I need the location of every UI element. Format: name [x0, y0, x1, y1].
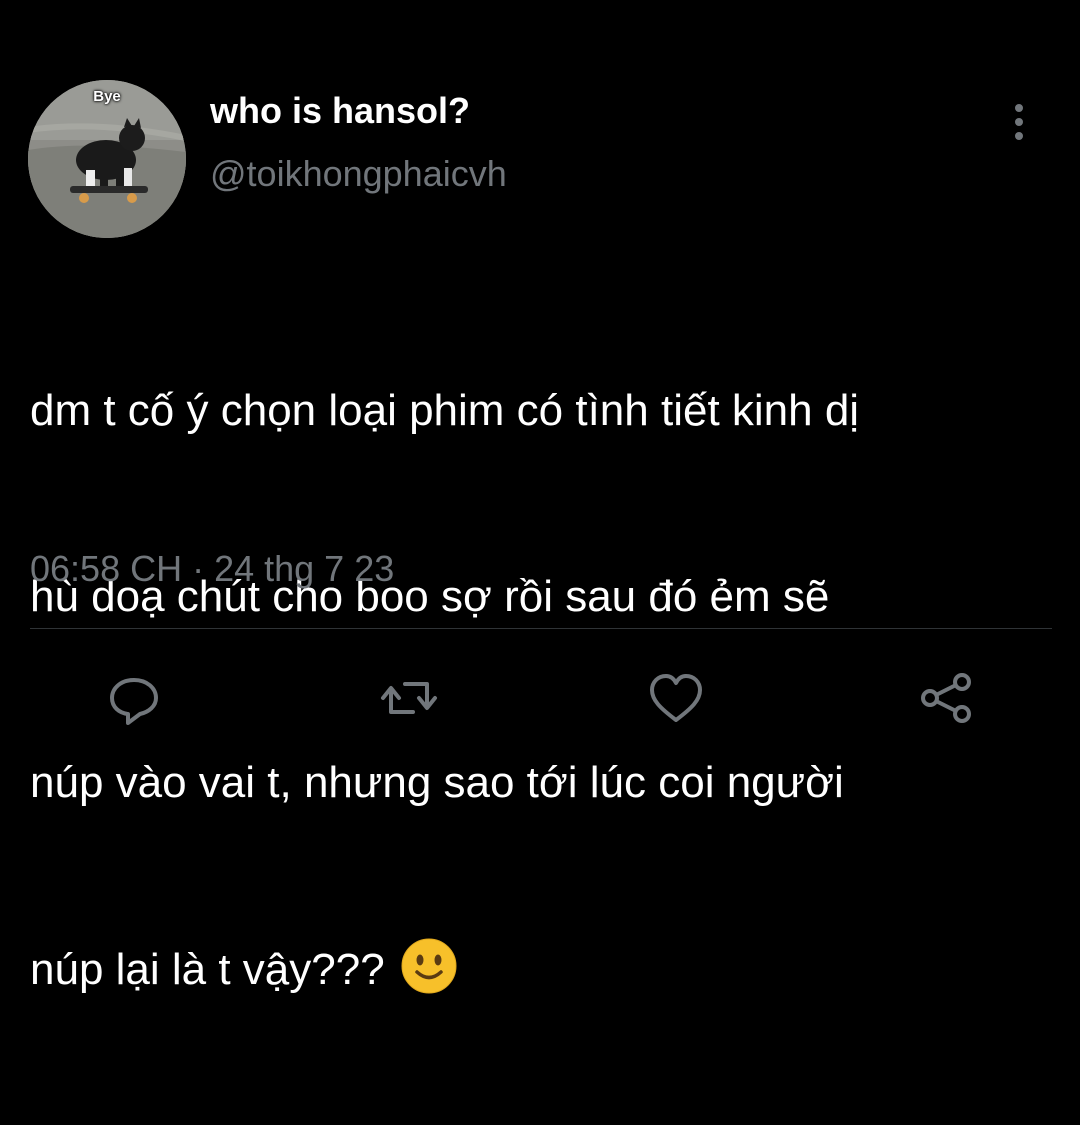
slightly-smiling-face-icon — [401, 938, 457, 994]
tweet-timestamp[interactable]: 06:58 CH · 24 thg 7 23 — [30, 548, 394, 590]
reply-icon — [110, 678, 158, 725]
vertical-ellipsis-icon — [1015, 104, 1023, 140]
heart-icon — [650, 674, 702, 722]
tweet-text-line: núp lại là t vậy??? — [30, 938, 1060, 1001]
retweet-button[interactable] — [379, 668, 439, 728]
tweet-text-line-content: núp lại là t vậy??? — [30, 945, 385, 994]
like-button[interactable] — [646, 668, 706, 728]
tweet-card: Bye who is hansol? @toikhongphaicvh dm t… — [0, 0, 1080, 994]
reply-button[interactable] — [104, 668, 164, 728]
more-options-button[interactable] — [1000, 100, 1038, 144]
share-icon — [921, 673, 971, 723]
tweet-text-line: dm t cố ý chọn loại phim có tình tiết ki… — [30, 386, 860, 435]
share-button[interactable] — [916, 668, 976, 728]
retweet-icon — [381, 682, 437, 714]
tweet-text: dm t cố ý chọn loại phim có tình tiết ki… — [30, 256, 1060, 1125]
avatar-caption: Bye — [93, 88, 121, 105]
avatar[interactable]: Bye — [28, 80, 186, 238]
handle[interactable]: @toikhongphaicvh — [210, 153, 507, 195]
display-name[interactable]: who is hansol? — [210, 90, 470, 132]
divider — [30, 628, 1052, 629]
tweet-text-line: núp vào vai t, nhưng sao tới lúc coi ngư… — [30, 758, 844, 807]
